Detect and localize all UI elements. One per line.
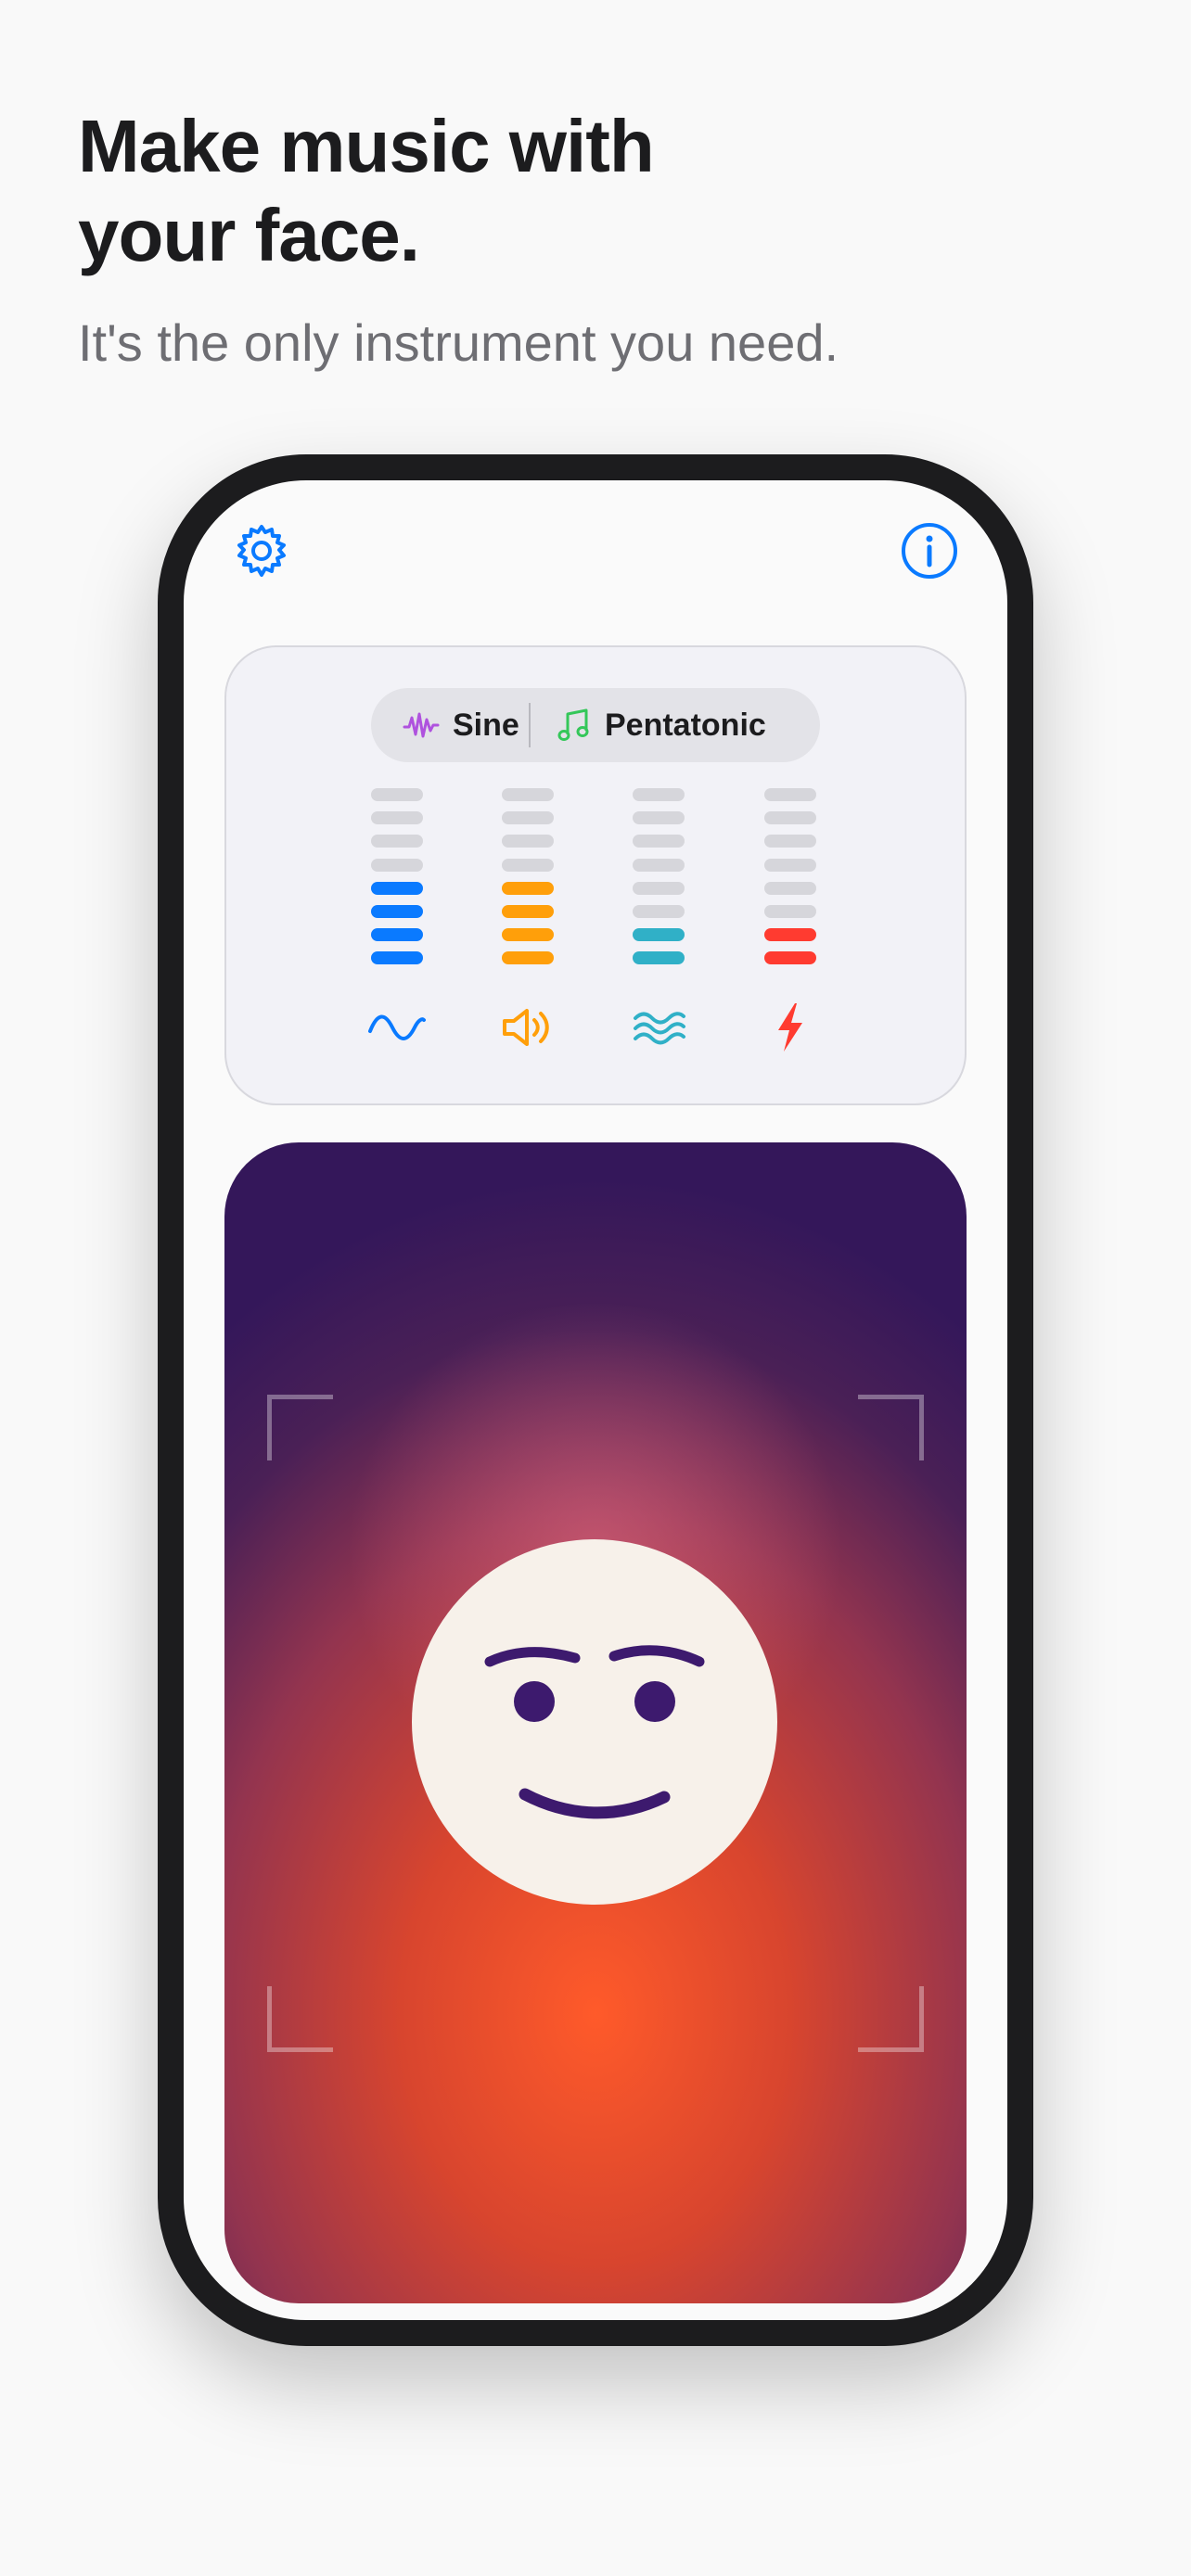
- meter-segment: [371, 788, 423, 801]
- gear-icon: [237, 525, 286, 577]
- meter-segment: [371, 835, 423, 848]
- meter-segment: [764, 951, 816, 965]
- app-screen: Sine Pentatonic: [184, 480, 1007, 2320]
- meter-segment: [764, 835, 816, 848]
- sound-selector: Sine Pentatonic: [371, 688, 820, 762]
- speaker-icon: [503, 1009, 549, 1046]
- face-avatar: [412, 1539, 777, 1905]
- distortion-meter-icon: [758, 1000, 823, 1055]
- vibrato-meter-icon: [626, 1000, 691, 1055]
- meter-segment: [502, 788, 554, 801]
- meter-segment: [371, 881, 423, 895]
- meter-segment: [764, 881, 816, 895]
- meter-segment: [371, 811, 423, 825]
- meter-segment: [371, 905, 423, 918]
- subtitle: It's the only instrument you need.: [78, 313, 839, 372]
- meter-segment: [633, 881, 685, 895]
- scale-label: Pentatonic: [605, 707, 766, 743]
- pitch-meter-icon: [365, 1000, 429, 1055]
- bolt-icon: [778, 1003, 802, 1052]
- sine-wave-icon: [368, 1014, 426, 1040]
- meter-segment: [764, 905, 816, 918]
- waveform-selector[interactable]: Sine: [371, 688, 529, 762]
- camera-view: [224, 1142, 967, 2303]
- frame-corner-top-right: [858, 1395, 924, 1460]
- frame-corner-bottom-right: [858, 1986, 924, 2052]
- meter-segment: [633, 905, 685, 918]
- meter-segment: [633, 928, 685, 942]
- meter-segment: [502, 858, 554, 872]
- meter-segment: [633, 788, 685, 801]
- sound-panel: Sine Pentatonic: [224, 645, 967, 1105]
- meter-segment: [633, 811, 685, 825]
- settings-button[interactable]: [232, 521, 291, 580]
- phone-frame: Sine Pentatonic: [158, 454, 1033, 2346]
- meter-segment: [502, 881, 554, 895]
- frame-corner-top-left: [267, 1395, 333, 1460]
- info-button[interactable]: [900, 521, 959, 580]
- meter-segment: [764, 788, 816, 801]
- volume-meter-icon: [495, 1000, 560, 1055]
- meter-segment: [633, 835, 685, 848]
- waveform-icon: [403, 712, 440, 738]
- music-note-icon: [557, 708, 589, 741]
- meter-segment: [764, 858, 816, 872]
- meter-segment: [633, 951, 685, 965]
- meter-segment: [502, 811, 554, 825]
- headline-line-2: your face.: [78, 194, 420, 276]
- meter-segment: [764, 928, 816, 942]
- headline: Make music with your face.: [78, 102, 655, 280]
- meter-segment: [502, 835, 554, 848]
- meter-segment: [371, 858, 423, 872]
- meter-segment: [371, 951, 423, 965]
- meter-segment: [502, 928, 554, 942]
- meter-segment: [502, 951, 554, 965]
- face-avatar-icon: [412, 1539, 777, 1905]
- meter-segment: [371, 928, 423, 942]
- meter-segment: [764, 811, 816, 825]
- meter-segment: [633, 858, 685, 872]
- frame-corner-bottom-left: [267, 1986, 333, 2052]
- headline-line-1: Make music with: [78, 105, 655, 187]
- info-icon: [902, 523, 957, 579]
- waveform-label: Sine: [453, 707, 519, 743]
- meter-segment: [502, 905, 554, 918]
- waves-icon: [634, 1012, 685, 1045]
- meters: [226, 788, 965, 974]
- scale-selector[interactable]: Pentatonic: [531, 688, 766, 762]
